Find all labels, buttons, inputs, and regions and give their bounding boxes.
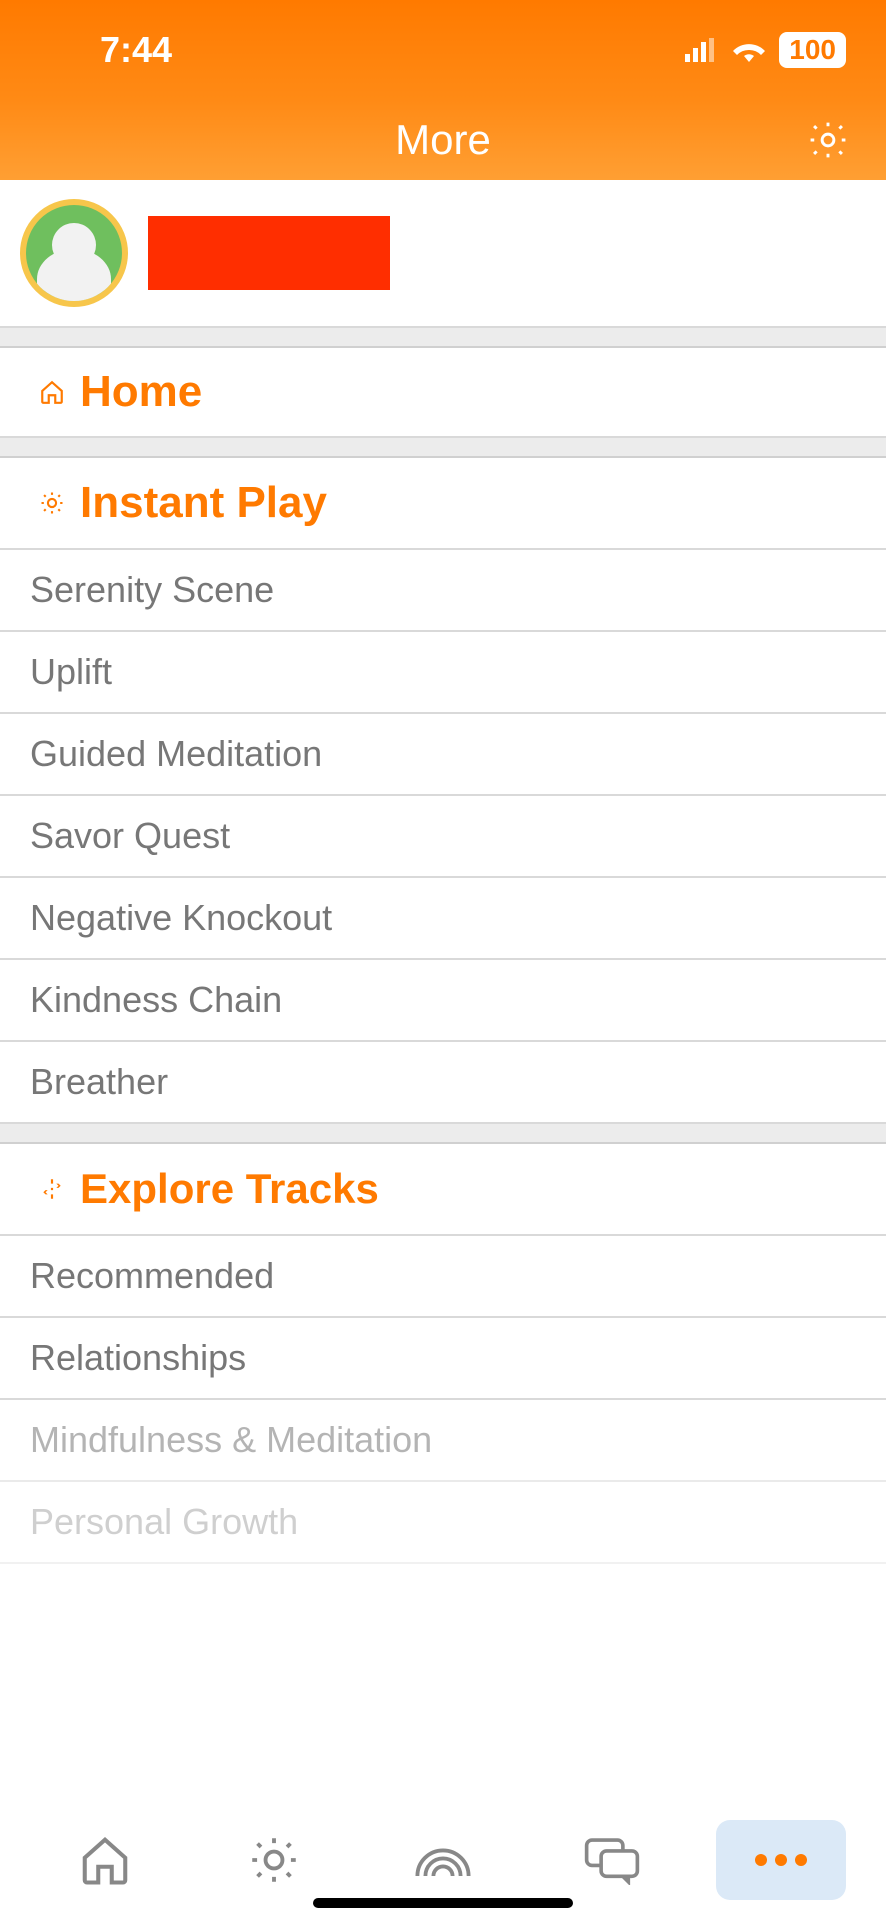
explore-item[interactable]: Personal Growth — [0, 1482, 886, 1564]
house-icon — [30, 379, 74, 405]
explore-item[interactable]: Recommended — [0, 1236, 886, 1318]
username-redacted — [148, 216, 390, 290]
home-indicator[interactable] — [313, 1898, 573, 1908]
signpost-icon — [30, 1176, 74, 1202]
menu-home[interactable]: Home — [0, 348, 886, 438]
status-bar: 7:44 100 — [0, 0, 886, 100]
tab-tracks[interactable] — [378, 1820, 508, 1900]
instant-item[interactable]: Guided Meditation — [0, 714, 886, 796]
explore-item[interactable]: Relationships — [0, 1318, 886, 1400]
menu-instant-play[interactable]: Instant Play — [0, 458, 886, 550]
menu-instant-label: Instant Play — [80, 478, 327, 528]
explore-item[interactable]: Mindfulness & Meditation — [0, 1400, 886, 1482]
profile-row[interactable] — [0, 180, 886, 328]
instant-item[interactable]: Serenity Scene — [0, 550, 886, 632]
menu-scroll[interactable]: Home Instant Play Serenity Scene Uplift … — [0, 328, 886, 1800]
tab-chat[interactable] — [547, 1820, 677, 1900]
instant-item[interactable]: Kindness Chain — [0, 960, 886, 1042]
instant-item[interactable]: Negative Knockout — [0, 878, 886, 960]
sun-icon — [30, 489, 74, 517]
wifi-icon — [733, 38, 765, 62]
menu-explore-label: Explore Tracks — [80, 1165, 379, 1213]
status-time: 7:44 — [100, 29, 172, 71]
instant-item[interactable]: Breather — [0, 1042, 886, 1124]
menu-home-label: Home — [80, 367, 202, 417]
tab-home[interactable] — [40, 1820, 170, 1900]
tab-more[interactable] — [716, 1820, 846, 1900]
instant-item[interactable]: Uplift — [0, 632, 886, 714]
page-title-bar: More — [0, 100, 886, 180]
tab-instant[interactable] — [209, 1820, 339, 1900]
signal-icon — [685, 38, 719, 62]
instant-item[interactable]: Savor Quest — [0, 796, 886, 878]
menu-explore-tracks[interactable]: Explore Tracks — [0, 1144, 886, 1236]
avatar — [20, 199, 128, 307]
settings-gear-icon[interactable] — [806, 118, 850, 162]
page-title: More — [395, 116, 491, 164]
battery-level: 100 — [779, 32, 846, 68]
